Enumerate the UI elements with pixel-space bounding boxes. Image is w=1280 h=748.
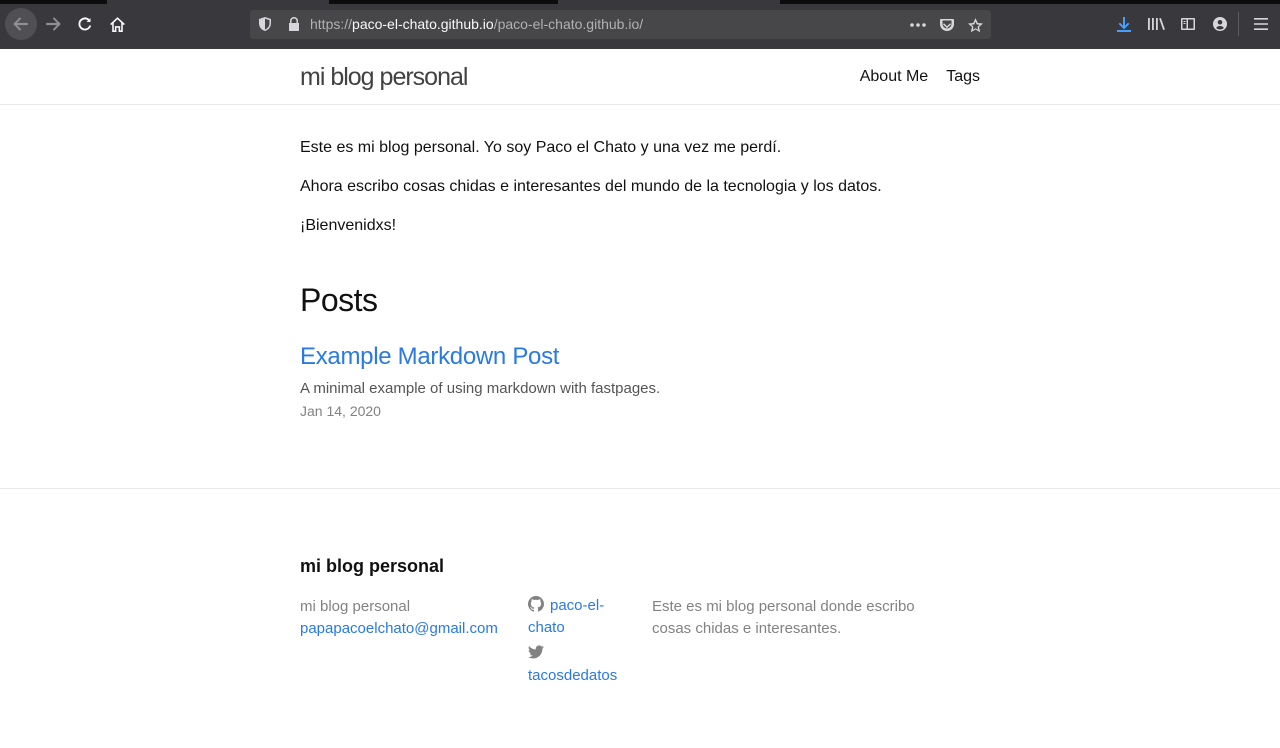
- welcome-text: ¡Bienvenidxs!: [300, 217, 397, 234]
- reload-button[interactable]: [70, 9, 100, 39]
- url-text[interactable]: https://paco-el-chato.github.io/paco-el-…: [310, 16, 643, 32]
- twitter-icon: [528, 644, 544, 660]
- site-header: mi blog personal About Me Tags: [0, 49, 1280, 105]
- github-row: paco-el-chato: [528, 595, 638, 639]
- nav-link-tags[interactable]: Tags: [946, 68, 980, 86]
- site-title-link[interactable]: mi blog personal: [300, 63, 468, 92]
- footer-description: Este es mi blog personal donde escribo c…: [652, 598, 915, 637]
- browser-toolbar: https://paco-el-chato.github.io/paco-el-…: [0, 0, 1280, 49]
- arrow-right-icon: [46, 17, 61, 31]
- footer-heading: mi blog personal: [300, 556, 445, 576]
- footer-social: paco-el-chato tacosdedatos: [528, 595, 638, 687]
- nav-link-about-me[interactable]: About Me: [860, 68, 928, 86]
- page-actions-icon[interactable]: [908, 15, 928, 35]
- post-date: Jan 14, 2020: [300, 403, 381, 419]
- footer-site-name: mi blog personal: [300, 598, 411, 615]
- reload-icon: [78, 17, 92, 31]
- forward-button[interactable]: [38, 9, 68, 39]
- tab-strip: [0, 0, 1280, 4]
- toolbar-separator: [1238, 12, 1239, 36]
- account-icon[interactable]: [1210, 14, 1230, 34]
- sidebar-icon[interactable]: [1178, 14, 1198, 34]
- library-icon[interactable]: [1146, 14, 1166, 34]
- posts-heading: Posts: [300, 282, 378, 318]
- site-footer: mi blog personal mi blog personal papapa…: [0, 488, 1280, 748]
- url-host: paco-el-chato.github.io: [352, 16, 494, 32]
- tab[interactable]: [107, 0, 329, 4]
- back-button[interactable]: [5, 8, 37, 40]
- github-icon: [528, 596, 544, 612]
- address-bar[interactable]: https://paco-el-chato.github.io/paco-el-…: [250, 10, 991, 39]
- lock-icon[interactable]: [286, 16, 302, 32]
- footer-email-link[interactable]: papapacoelchato@gmail.com: [300, 618, 498, 640]
- home-icon: [109, 16, 125, 32]
- home-button[interactable]: [102, 9, 132, 39]
- post-description: A minimal example of using markdown with…: [300, 380, 661, 397]
- intro-paragraph: Este es mi blog personal. Yo soy Paco el…: [300, 139, 782, 156]
- twitter-row: tacosdedatos: [528, 643, 638, 687]
- tracking-protection-icon[interactable]: [257, 16, 273, 32]
- tab[interactable]: [558, 0, 780, 4]
- download-icon[interactable]: [1114, 14, 1134, 34]
- post-title-link[interactable]: Example Markdown Post: [300, 343, 559, 371]
- url-scheme: https://: [310, 16, 353, 32]
- footer-contact: mi blog personal papapacoelchato@gmail.c…: [300, 596, 498, 640]
- arrow-left-icon: [13, 17, 28, 31]
- intro-paragraph: Ahora escribo cosas chidas e interesante…: [300, 178, 882, 195]
- twitter-link[interactable]: tacosdedatos: [528, 667, 617, 684]
- hamburger-menu-icon[interactable]: [1251, 14, 1271, 34]
- pocket-icon[interactable]: [937, 15, 957, 35]
- url-path: /paco-el-chato.github.io/: [493, 16, 644, 32]
- bookmark-star-icon[interactable]: [965, 15, 985, 35]
- site-nav: About Me Tags: [860, 68, 980, 86]
